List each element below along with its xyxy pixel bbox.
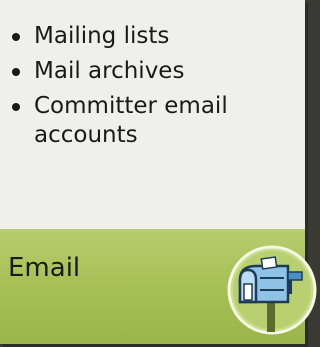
bullet-dot: [12, 103, 20, 111]
bullet-dot: [12, 33, 20, 41]
list-item-label: Committer email accounts: [34, 93, 228, 148]
list-item: Mail archives: [10, 57, 291, 86]
card-title: Email: [8, 253, 81, 283]
bullet-list-panel: Mailing lists Mail archives Committer em…: [0, 0, 305, 229]
mailbox-icon: [226, 244, 318, 336]
bullet-list: Mailing lists Mail archives Committer em…: [10, 22, 291, 150]
list-item: Committer email accounts: [10, 92, 291, 150]
list-item: Mailing lists: [10, 22, 291, 51]
list-item-label: Mailing lists: [34, 23, 170, 49]
bullet-dot: [12, 68, 20, 76]
list-item-label: Mail archives: [34, 58, 185, 84]
